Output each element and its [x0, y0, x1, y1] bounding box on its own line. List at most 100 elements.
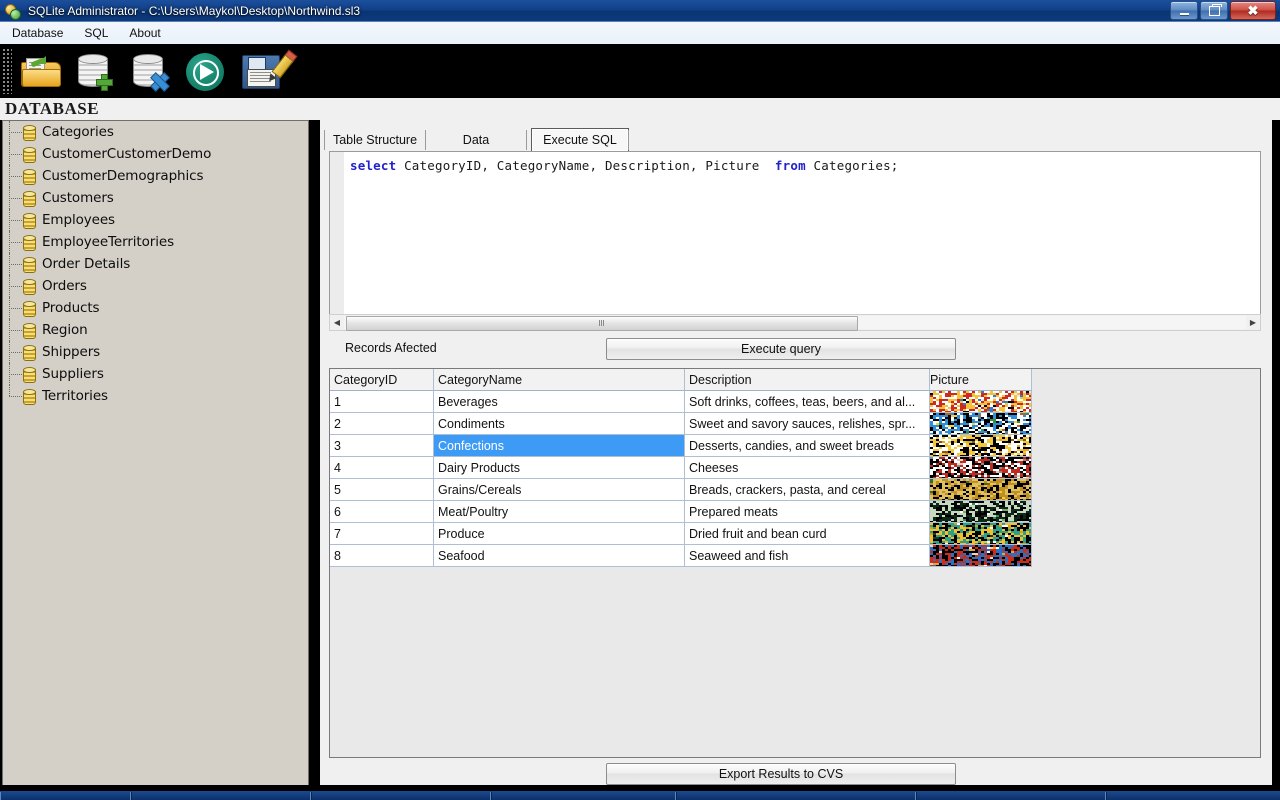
- cell-description[interactable]: Desserts, candies, and sweet breads: [685, 435, 930, 457]
- cell-description[interactable]: Breads, crackers, pasta, and cereal: [685, 479, 930, 501]
- cell-picture[interactable]: [930, 545, 1032, 567]
- minimize-icon[interactable]: [1170, 1, 1198, 20]
- tab-table-structure[interactable]: Table Structure: [324, 130, 426, 150]
- cell-categoryname[interactable]: Confections: [434, 435, 685, 457]
- sidebar-item-employeeterritories[interactable]: EmployeeTerritories: [3, 231, 308, 253]
- database-header-label: DATABASE: [5, 99, 99, 119]
- cell-picture[interactable]: [930, 435, 1032, 457]
- chevron-right-icon[interactable]: ▶: [1246, 316, 1260, 329]
- cell-categoryid[interactable]: 4: [330, 457, 434, 479]
- table-row[interactable]: 3ConfectionsDesserts, candies, and sweet…: [330, 435, 1032, 457]
- cell-picture[interactable]: [930, 391, 1032, 413]
- column-header-description[interactable]: Description: [685, 369, 930, 391]
- cell-categoryid[interactable]: 2: [330, 413, 434, 435]
- cell-description[interactable]: Cheeses: [685, 457, 930, 479]
- sidebar-item-order-details[interactable]: Order Details: [3, 253, 308, 275]
- tab-filler: [628, 130, 637, 150]
- cell-description[interactable]: Sweet and savory sauces, relishes, spr..…: [685, 413, 930, 435]
- chevron-left-icon[interactable]: ◀: [330, 316, 344, 329]
- sidebar-item-shippers[interactable]: Shippers: [3, 341, 308, 363]
- cell-description[interactable]: Prepared meats: [685, 501, 930, 523]
- application-window: SQLite Administrator - C:\Users\Maykol\D…: [0, 0, 1280, 800]
- thumbnail-dairy: [930, 457, 1031, 478]
- cell-picture[interactable]: [930, 413, 1032, 435]
- database-tree[interactable]: Categories CustomerCustomerDemo CustomerDe…: [2, 120, 309, 787]
- table-row[interactable]: 1BeveragesSoft drinks, coffees, teas, be…: [330, 391, 1032, 413]
- menu-item-about[interactable]: About: [120, 24, 169, 42]
- sql-editor-gutter: [330, 152, 345, 314]
- taskbar[interactable]: [0, 791, 1280, 800]
- sidebar-item-label: Region: [42, 322, 88, 338]
- close-icon[interactable]: ✖: [1230, 1, 1276, 20]
- sidebar-item-employees[interactable]: Employees: [3, 209, 308, 231]
- sql-editor-hscrollbar[interactable]: ◀ ▶: [329, 314, 1261, 331]
- add-database-icon[interactable]: [70, 46, 122, 96]
- hscrollbar-track[interactable]: [344, 316, 1246, 329]
- sidebar-item-suppliers[interactable]: Suppliers: [3, 363, 308, 385]
- tree-connector-dash: [9, 176, 22, 177]
- menu-item-sql[interactable]: SQL: [75, 24, 117, 42]
- cell-picture[interactable]: [930, 479, 1032, 501]
- execute-query-button[interactable]: Execute query: [606, 338, 956, 360]
- sidebar-item-customercustomerdemo[interactable]: CustomerCustomerDemo: [3, 143, 308, 165]
- column-header-categoryid[interactable]: CategoryID: [330, 369, 434, 391]
- cell-categoryid[interactable]: 1: [330, 391, 434, 413]
- table-row[interactable]: 2CondimentsSweet and savory sauces, reli…: [330, 413, 1032, 435]
- table-icon: [23, 125, 36, 140]
- sidebar-item-products[interactable]: Products: [3, 297, 308, 319]
- column-header-picture[interactable]: Picture: [930, 369, 1032, 391]
- cell-categoryname[interactable]: Produce: [434, 523, 685, 545]
- cell-categoryname[interactable]: Dairy Products: [434, 457, 685, 479]
- sidebar-item-customers[interactable]: Customers: [3, 187, 308, 209]
- cell-description[interactable]: Seaweed and fish: [685, 545, 930, 567]
- tab-data[interactable]: Data: [425, 130, 527, 150]
- cell-picture[interactable]: [930, 457, 1032, 479]
- table-row[interactable]: 7ProduceDried fruit and bean curd: [330, 523, 1032, 545]
- sidebar-item-categories[interactable]: Categories: [3, 121, 308, 143]
- cell-categoryid[interactable]: 8: [330, 545, 434, 567]
- sidebar-item-label: Customers: [42, 190, 114, 206]
- cell-categoryname[interactable]: Condiments: [434, 413, 685, 435]
- export-results-button[interactable]: Export Results to CVS: [606, 763, 956, 785]
- table-row[interactable]: 4Dairy ProductsCheeses: [330, 457, 1032, 479]
- cell-description[interactable]: Soft drinks, coffees, teas, beers, and a…: [685, 391, 930, 413]
- sidebar-item-label: Categories: [42, 124, 114, 140]
- sql-keyword-select: select: [350, 158, 396, 173]
- cell-categoryid[interactable]: 6: [330, 501, 434, 523]
- column-header-categoryname[interactable]: CategoryName: [434, 369, 685, 391]
- table-row[interactable]: 5Grains/CerealsBreads, crackers, pasta, …: [330, 479, 1032, 501]
- cell-description[interactable]: Dried fruit and bean curd: [685, 523, 930, 545]
- cell-categoryid[interactable]: 7: [330, 523, 434, 545]
- tree-connector-dash: [9, 220, 22, 221]
- execute-play-icon[interactable]: [180, 46, 232, 96]
- sidebar-item-label: CustomerCustomerDemo: [42, 146, 211, 162]
- open-database-folder-icon[interactable]: [15, 46, 67, 96]
- cell-categoryname[interactable]: Grains/Cereals: [434, 479, 685, 501]
- sidebar-item-orders[interactable]: Orders: [3, 275, 308, 297]
- sql-editor[interactable]: select CategoryID, CategoryName, Descrip…: [329, 151, 1261, 315]
- toolbar-drag-handle[interactable]: [2, 48, 12, 94]
- cell-categoryname[interactable]: Meat/Poultry: [434, 501, 685, 523]
- sidebar-item-region[interactable]: Region: [3, 319, 308, 341]
- cell-categoryname[interactable]: Beverages: [434, 391, 685, 413]
- cell-picture[interactable]: [930, 501, 1032, 523]
- cell-categoryname[interactable]: Seafood: [434, 545, 685, 567]
- results-grid[interactable]: CategoryIDCategoryNameDescriptionPicture…: [329, 368, 1261, 758]
- sql-table: Categories;: [806, 158, 899, 173]
- database-section-header: DATABASE: [0, 98, 1280, 120]
- cell-picture[interactable]: [930, 523, 1032, 545]
- restore-icon[interactable]: [1200, 1, 1228, 20]
- menu-item-database[interactable]: Database: [3, 24, 72, 42]
- cell-categoryid[interactable]: 3: [330, 435, 434, 457]
- table-row[interactable]: 8SeafoodSeaweed and fish: [330, 545, 1032, 567]
- cell-categoryid[interactable]: 5: [330, 479, 434, 501]
- sqlite-beads-icon: [4, 3, 22, 19]
- save-edit-disk-icon[interactable]: [235, 46, 287, 96]
- tab-execute-sql[interactable]: Execute SQL: [531, 128, 629, 151]
- sidebar-item-customerdemographics[interactable]: CustomerDemographics: [3, 165, 308, 187]
- sidebar-item-territories[interactable]: Territories: [3, 385, 308, 407]
- hscrollbar-thumb[interactable]: [346, 316, 858, 331]
- table-icon: [23, 257, 36, 272]
- table-row[interactable]: 6Meat/PoultryPrepared meats: [330, 501, 1032, 523]
- delete-database-icon[interactable]: [125, 46, 177, 96]
